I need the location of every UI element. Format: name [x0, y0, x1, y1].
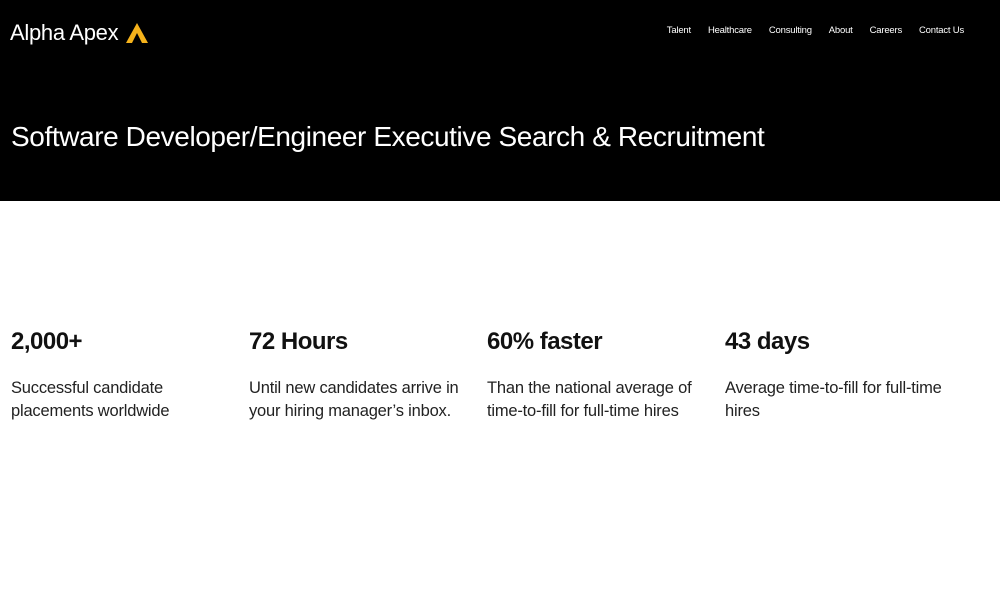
stat-value: 60% faster [487, 328, 603, 355]
nav-item-contact-us[interactable]: Contact Us [919, 25, 964, 36]
stat-description: Average time-to-fill for full-time hires [725, 379, 942, 420]
brand-name: Alpha Apex [10, 20, 119, 45]
brand-logo-link[interactable]: Alpha Apex [10, 18, 149, 48]
stats-section: 2,000+ Successful candidate placements w… [11, 326, 963, 423]
stat-value: 72 Hours [249, 328, 348, 355]
stat-time-to-fill: 43 days Average time-to-fill for full-ti… [725, 326, 963, 423]
nav-item-careers[interactable]: Careers [870, 25, 903, 36]
stat-turnaround: 72 Hours Until new candidates arrive in … [249, 326, 487, 423]
nav-item-consulting[interactable]: Consulting [769, 25, 812, 36]
triangle-logo-icon [126, 23, 149, 43]
stat-description: Than the national average of time-to-fil… [487, 379, 692, 420]
stat-description: Until new candidates arrive in your hiri… [249, 379, 459, 420]
stat-placements: 2,000+ Successful candidate placements w… [11, 326, 249, 423]
nav-item-healthcare[interactable]: Healthcare [708, 25, 752, 36]
main-nav: Talent Healthcare Consulting About Caree… [650, 25, 964, 36]
nav-item-about[interactable]: About [829, 25, 853, 36]
nav-item-talent[interactable]: Talent [667, 25, 691, 36]
hero-header: Alpha Apex Talent Healthcare Consulting … [0, 0, 1000, 201]
stat-value: 2,000+ [11, 328, 83, 355]
page-title: Software Developer/Engineer Executive Se… [11, 121, 765, 152]
stat-value: 43 days [725, 328, 810, 355]
stat-description: Successful candidate placements worldwid… [11, 379, 170, 420]
stat-speed: 60% faster Than the national average of … [487, 326, 725, 423]
